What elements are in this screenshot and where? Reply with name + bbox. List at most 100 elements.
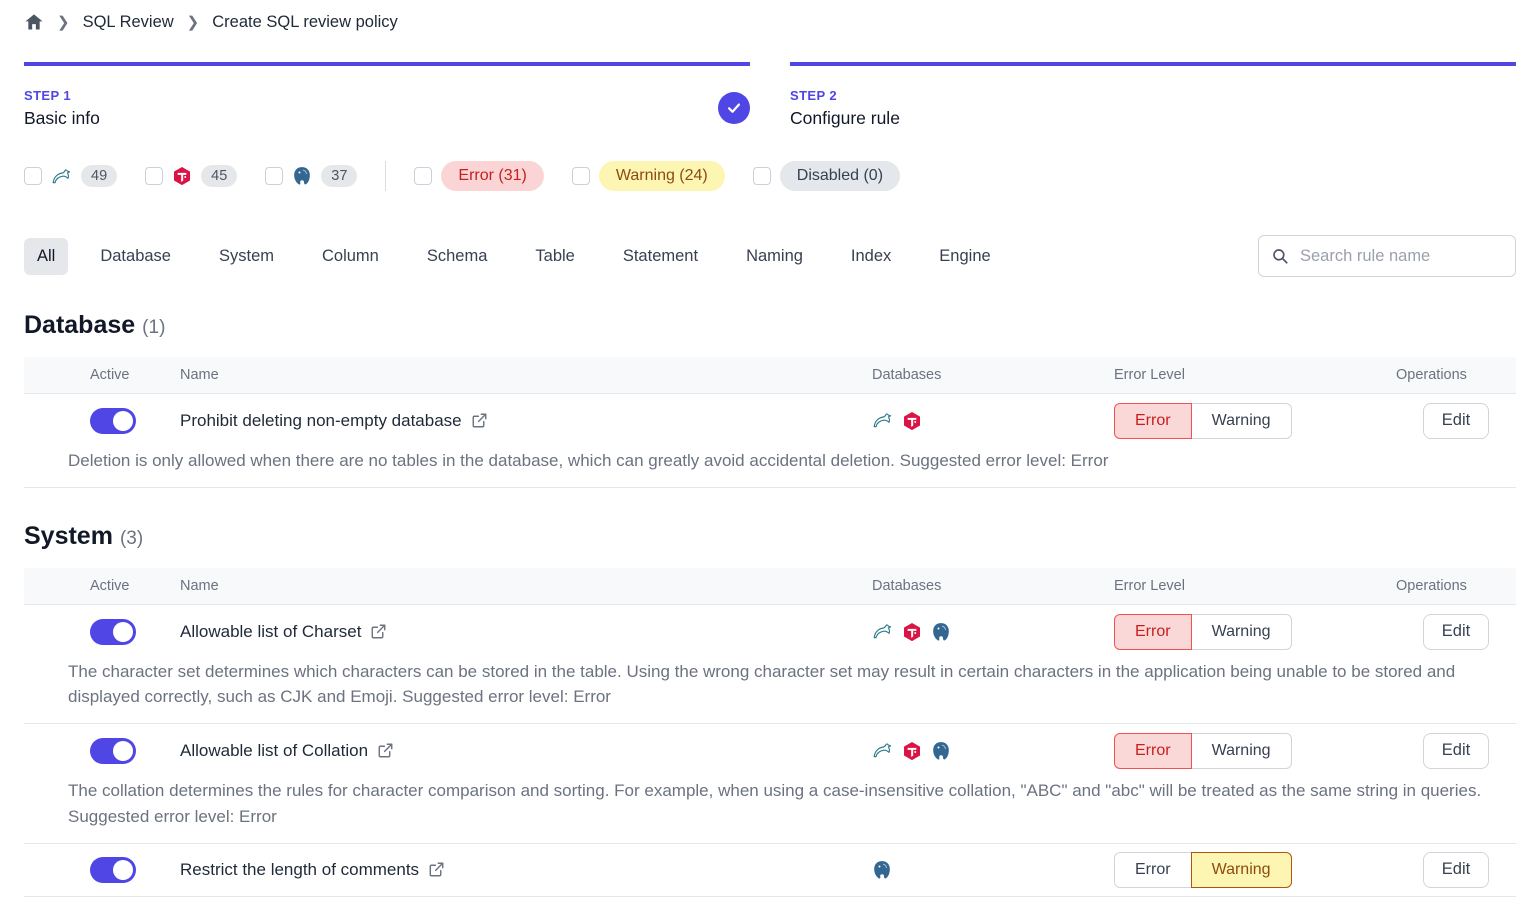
rule-name: Prohibit deleting non-empty database <box>180 411 462 431</box>
step-complete-check-icon <box>718 92 750 124</box>
level-filter-warning: Warning (24) <box>572 161 725 191</box>
tidb-icon <box>172 166 192 186</box>
level-filter-pill[interactable]: Warning (24) <box>599 161 725 191</box>
edit-button[interactable]: Edit <box>1423 403 1489 439</box>
search-box <box>1258 235 1516 277</box>
rule-active-toggle[interactable] <box>90 857 136 883</box>
level-filter-pill[interactable]: Disabled (0) <box>780 161 900 191</box>
external-link-icon <box>428 861 445 878</box>
filter-divider <box>385 161 386 191</box>
chevron-right-icon: ❯ <box>187 13 200 31</box>
rule-name-link[interactable]: Prohibit deleting non-empty database <box>180 411 872 431</box>
engine-rule-count: 37 <box>321 165 357 187</box>
home-icon[interactable] <box>24 12 44 32</box>
postgres-icon <box>931 622 951 642</box>
rule-table: ActiveNameDatabasesError LevelOperations… <box>24 568 1516 897</box>
edit-button[interactable]: Edit <box>1423 852 1489 888</box>
level-filter-checkbox[interactable] <box>572 167 590 185</box>
edit-button[interactable]: Edit <box>1423 733 1489 769</box>
rule-description: The collation determines the rules for c… <box>24 777 1516 843</box>
engine-filter-checkbox[interactable] <box>265 167 283 185</box>
step-indicator: STEP 1 Basic info STEP 2 Configure rule <box>24 62 1516 129</box>
tab-table[interactable]: Table <box>519 238 590 275</box>
column-header-operations: Operations <box>1396 367 1516 383</box>
rule-row: Restrict the length of comments ErrorWarn… <box>24 844 1516 897</box>
operations-cell: Edit <box>1396 852 1516 888</box>
operations-cell: Edit <box>1396 403 1516 439</box>
error-level-toggle-group: ErrorWarning <box>1114 403 1396 439</box>
step-2-title: Configure rule <box>790 108 1516 129</box>
rule-active-toggle[interactable] <box>90 738 136 764</box>
level-filter-checkbox[interactable] <box>414 167 432 185</box>
level-filter-disabled: Disabled (0) <box>753 161 900 191</box>
databases-cell <box>872 740 1114 761</box>
tab-naming[interactable]: Naming <box>730 238 819 275</box>
tab-database[interactable]: Database <box>84 238 187 275</box>
tab-engine[interactable]: Engine <box>923 238 1006 275</box>
rule-table: ActiveNameDatabasesError LevelOperations… <box>24 357 1516 488</box>
level-option-error[interactable]: Error <box>1114 403 1192 439</box>
error-level-cell: ErrorWarning <box>1114 852 1396 888</box>
tab-statement[interactable]: Statement <box>607 238 714 275</box>
rule-name: Allowable list of Charset <box>180 622 361 642</box>
tab-index[interactable]: Index <box>835 238 907 275</box>
section-title-text: System <box>24 522 113 550</box>
rule-name: Allowable list of Collation <box>180 741 368 761</box>
level-filter-checkbox[interactable] <box>753 167 771 185</box>
mysql-icon <box>872 740 893 761</box>
column-header-name: Name <box>180 367 872 383</box>
rule-active-toggle[interactable] <box>90 619 136 645</box>
engine-filters: 494537 <box>24 165 357 187</box>
tab-schema[interactable]: Schema <box>411 238 504 275</box>
mysql-icon <box>51 166 72 187</box>
tab-all[interactable]: All <box>24 238 68 275</box>
breadcrumb: ❯ SQL Review ❯ Create SQL review policy <box>24 0 1516 32</box>
engine-filter: 45 <box>145 165 237 187</box>
rule-name-link[interactable]: Restrict the length of comments <box>180 860 872 880</box>
postgres-icon <box>931 741 951 761</box>
error-level-toggle-group: ErrorWarning <box>1114 852 1396 888</box>
level-option-warning[interactable]: Warning <box>1191 614 1292 650</box>
rule-name: Restrict the length of comments <box>180 860 419 880</box>
mysql-icon <box>872 410 893 431</box>
level-option-error[interactable]: Error <box>1114 733 1192 769</box>
tab-system[interactable]: System <box>203 238 290 275</box>
tabs-row: All Database System Column Schema Table Statem… <box>24 235 1516 277</box>
edit-button[interactable]: Edit <box>1423 614 1489 650</box>
active-cell <box>90 857 180 883</box>
rule-name-link[interactable]: Allowable list of Collation <box>180 741 872 761</box>
external-link-icon <box>370 623 387 640</box>
active-cell <box>90 408 180 434</box>
error-level-cell: ErrorWarning <box>1114 614 1396 650</box>
rule-active-toggle[interactable] <box>90 408 136 434</box>
step-2: STEP 2 Configure rule <box>790 62 1516 129</box>
search-input[interactable] <box>1298 246 1522 267</box>
breadcrumb-sql-review[interactable]: SQL Review <box>83 13 174 32</box>
level-filter-pill[interactable]: Error (31) <box>441 161 543 191</box>
rule-row: Allowable list of Collation ErrorWarning E… <box>24 724 1516 777</box>
section-rule-count: (1) <box>142 317 165 338</box>
column-header-operations: Operations <box>1396 578 1516 594</box>
tidb-icon <box>902 741 922 761</box>
rule-row: Prohibit deleting non-empty database Erro… <box>24 394 1516 447</box>
level-filter-error: Error (31) <box>414 161 543 191</box>
tidb-icon <box>902 411 922 431</box>
column-header-active: Active <box>90 367 180 383</box>
breadcrumb-current: Create SQL review policy <box>212 13 398 32</box>
level-option-warning[interactable]: Warning <box>1191 403 1292 439</box>
tab-column[interactable]: Column <box>306 238 395 275</box>
error-level-cell: ErrorWarning <box>1114 403 1396 439</box>
table-header-row: ActiveNameDatabasesError LevelOperations <box>24 568 1516 605</box>
operations-cell: Edit <box>1396 733 1516 769</box>
external-link-icon <box>471 412 488 429</box>
search-icon <box>1271 247 1289 265</box>
level-option-error[interactable]: Error <box>1114 614 1192 650</box>
level-filters: Error (31) Warning (24) Disabled (0) <box>414 161 900 191</box>
external-link-icon <box>377 742 394 759</box>
level-option-warning[interactable]: Warning <box>1191 733 1292 769</box>
rule-name-link[interactable]: Allowable list of Charset <box>180 622 872 642</box>
engine-filter-checkbox[interactable] <box>145 167 163 185</box>
engine-filter-checkbox[interactable] <box>24 167 42 185</box>
level-option-warning[interactable]: Warning <box>1191 852 1292 888</box>
level-option-error[interactable]: Error <box>1114 852 1192 888</box>
